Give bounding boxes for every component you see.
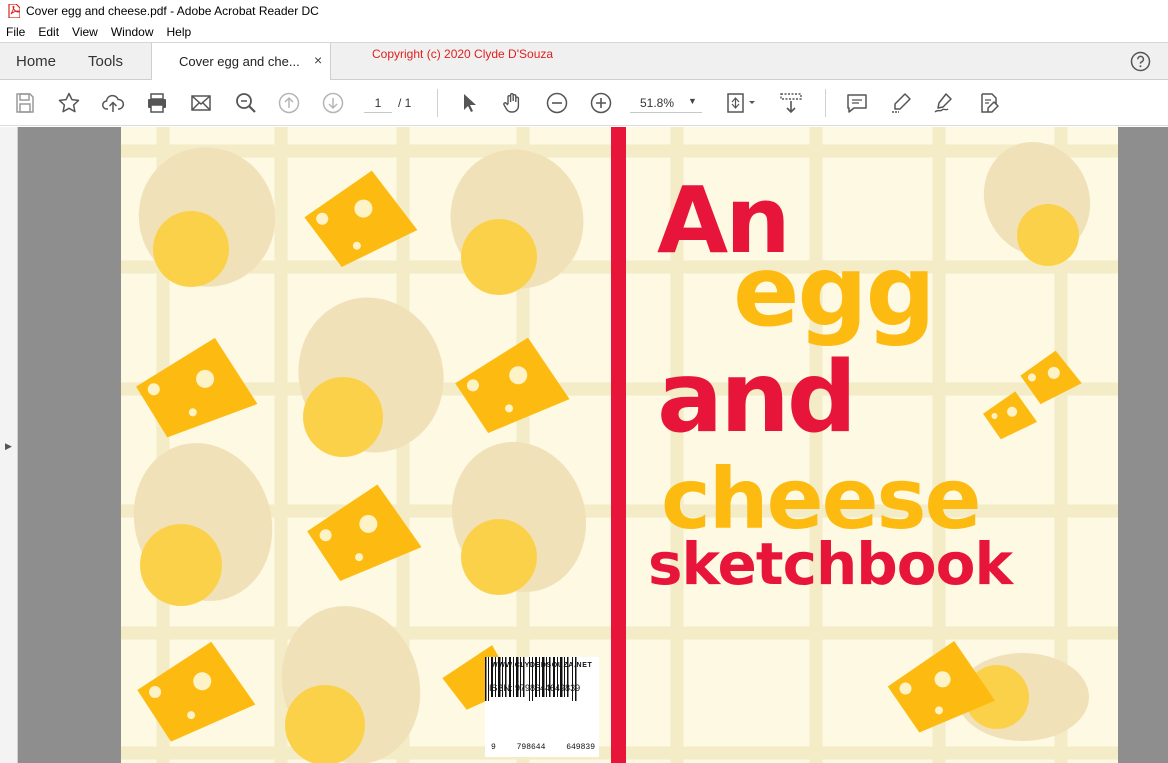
egg-illustration bbox=[451, 441, 587, 595]
pdf-page: An egg and cheese sketchbook WWW.CLYDEDS… bbox=[121, 127, 1118, 763]
cheese-illustration bbox=[983, 391, 1038, 440]
menu-edit[interactable]: Edit bbox=[38, 25, 59, 39]
egg-illustration bbox=[298, 297, 444, 457]
barcode-digit-group: 798644 bbox=[516, 743, 546, 752]
barcode-digits: 9 798644 649839 bbox=[491, 743, 595, 752]
comment-icon[interactable] bbox=[845, 91, 869, 115]
toolbar-separator bbox=[825, 89, 826, 117]
cover-title-line3: and bbox=[657, 341, 857, 455]
egg-illustration bbox=[133, 443, 273, 606]
email-icon[interactable] bbox=[189, 91, 213, 115]
acrobat-pdf-icon bbox=[6, 3, 22, 19]
tab-strip: Home Tools Cover egg and che... × Copyri… bbox=[0, 42, 1168, 81]
fit-page-icon[interactable] bbox=[724, 91, 758, 115]
select-arrow-icon[interactable] bbox=[457, 91, 481, 115]
egg-illustration bbox=[281, 606, 421, 763]
upload-icon[interactable] bbox=[101, 91, 125, 115]
sign-icon[interactable] bbox=[932, 91, 956, 115]
tab-tools[interactable]: Tools bbox=[88, 43, 123, 80]
menu-window[interactable]: Window bbox=[111, 25, 154, 39]
tab-document[interactable]: Cover egg and che... × bbox=[151, 43, 331, 81]
barcode-digit-group: 9 bbox=[491, 743, 496, 752]
tab-home[interactable]: Home bbox=[16, 43, 56, 80]
zoom-value: 51.8% bbox=[640, 96, 675, 110]
highlight-icon[interactable] bbox=[889, 91, 913, 115]
scroll-mode-icon[interactable] bbox=[779, 91, 803, 115]
navigation-pane-toggle[interactable]: ▶ bbox=[0, 127, 18, 763]
cover-artwork bbox=[121, 127, 1118, 763]
title-bar: Cover egg and cheese.pdf - Adobe Acrobat… bbox=[0, 0, 1168, 22]
zoom-select[interactable]: 51.8% ▼ bbox=[630, 93, 702, 113]
toolbar: 1 / 1 51.8% ▼ bbox=[0, 80, 1168, 126]
isbn-barcode-block: WWW.CLYDEDSOUZA.NET ISBN: 9798644649839 … bbox=[485, 657, 599, 757]
hand-tool-icon[interactable] bbox=[501, 91, 525, 115]
tab-document-label: Cover egg and che... bbox=[179, 54, 300, 69]
cheese-illustration bbox=[137, 641, 256, 742]
print-icon[interactable] bbox=[145, 91, 169, 115]
cheese-illustration bbox=[455, 337, 570, 434]
menu-file[interactable]: File bbox=[6, 25, 25, 39]
search-zoom-icon[interactable] bbox=[234, 91, 258, 115]
help-icon[interactable] bbox=[1130, 51, 1151, 72]
spine-bar bbox=[611, 127, 626, 763]
cover-title-line5: sketchbook bbox=[648, 530, 1013, 598]
barcode-graphic bbox=[485, 657, 577, 701]
barcode-digit-group: 649839 bbox=[566, 743, 595, 752]
chevron-down-icon: ▼ bbox=[688, 96, 697, 106]
menu-bar: File Edit View Window Help bbox=[0, 22, 1168, 42]
menu-view[interactable]: View bbox=[72, 25, 98, 39]
cover-title-line2: egg bbox=[733, 235, 936, 349]
page-total: / 1 bbox=[398, 96, 412, 110]
page-up-icon[interactable] bbox=[277, 91, 301, 115]
window-title: Cover egg and cheese.pdf - Adobe Acrobat… bbox=[26, 4, 319, 18]
zoom-in-icon[interactable] bbox=[589, 91, 613, 115]
fill-sign-icon[interactable] bbox=[977, 91, 1001, 115]
menu-help[interactable]: Help bbox=[167, 25, 192, 39]
copyright-text: Copyright (c) 2020 Clyde D'Souza bbox=[372, 47, 554, 61]
cheese-illustration bbox=[136, 337, 258, 438]
cheese-illustration bbox=[1020, 350, 1082, 405]
chevron-right-icon: ▶ bbox=[5, 441, 12, 451]
cover-title-line4: cheese bbox=[661, 450, 982, 548]
page-number-input[interactable]: 1 bbox=[364, 93, 392, 113]
toolbar-separator bbox=[437, 89, 438, 117]
page-down-icon[interactable] bbox=[321, 91, 345, 115]
bookmark-star-icon[interactable] bbox=[57, 91, 81, 115]
zoom-out-icon[interactable] bbox=[545, 91, 569, 115]
save-icon[interactable] bbox=[13, 91, 37, 115]
close-icon[interactable]: × bbox=[314, 52, 322, 68]
document-viewer[interactable]: ▶ An egg and cheese sketchbook WWW.CLYDE… bbox=[0, 127, 1168, 763]
